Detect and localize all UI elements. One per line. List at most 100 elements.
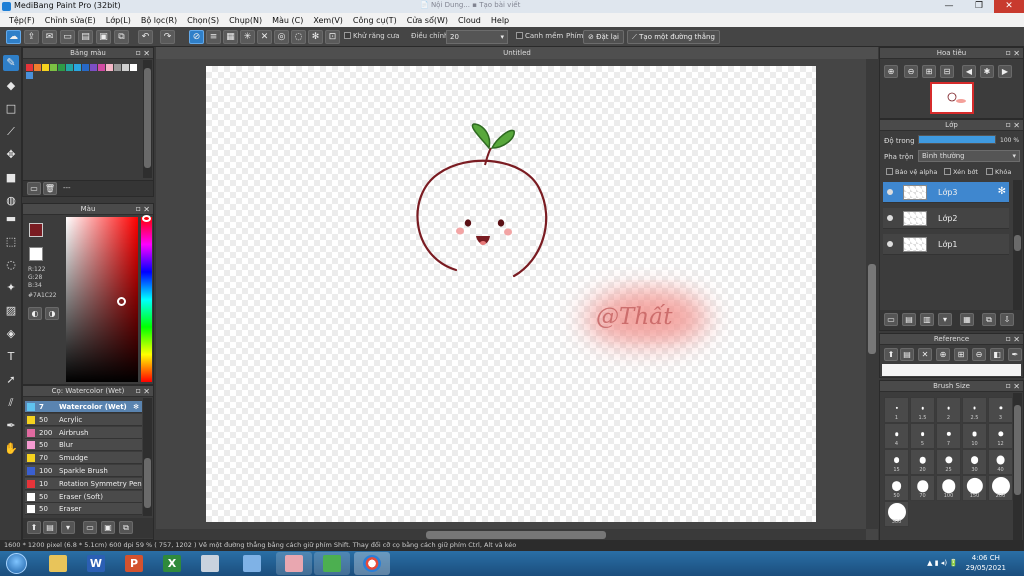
zoom-out-icon[interactable]: ⊖ [904,65,918,78]
palette-scroll-thumb[interactable] [144,68,151,168]
primary-color-swatch[interactable] [29,223,43,237]
menu-file[interactable]: Tệp(F) [4,16,40,25]
layer-scroll-thumb[interactable] [1014,235,1021,251]
brush-size-cell[interactable]: 10 [962,423,987,449]
color-swatch[interactable] [130,64,137,71]
bucket-tool-icon[interactable]: ◍ [3,193,19,209]
correction-select[interactable]: 20 ▾ [446,30,508,44]
clock[interactable]: 4:06 CH 29/05/2021 [966,553,1006,573]
canvas-hscroll-thumb[interactable] [426,531,606,539]
snap-off-icon[interactable]: ⊘ [189,30,204,44]
brush-size-cell[interactable]: 300 [884,501,909,527]
minimize-icon[interactable]: ▫ [136,385,141,396]
fit-icon[interactable]: ⊞ [922,65,936,78]
new-layer-icon[interactable]: ▭ [884,313,898,326]
color-wheel-icon[interactable]: ◑ [45,307,59,320]
divide-tool-icon[interactable]: ⫽ [3,395,19,411]
layer-options-icon[interactable]: ▾ [938,313,952,326]
minimize-button[interactable]: — [934,0,964,13]
brush-settings-icon[interactable]: ▣ [101,521,115,534]
cloud-icon[interactable]: ☁ [6,30,21,44]
gear-icon[interactable]: ✻ [133,401,139,413]
menu-snap[interactable]: Chụp(N) [224,16,267,25]
soft-snap-checkbox[interactable] [516,32,523,39]
canvas-vscroll-thumb[interactable] [868,264,876,354]
comment-icon[interactable]: ✉ [42,30,57,44]
reference-fit-icon[interactable]: ⊞ [954,348,968,361]
close-icon[interactable]: ✕ [143,48,150,59]
rect-shape-tool-icon[interactable]: □ [3,101,19,117]
taskbar-explorer[interactable] [40,552,76,575]
brush-item[interactable]: 50 Acrylic [25,413,142,426]
close-icon[interactable]: ✕ [143,204,150,215]
dot-tool-icon[interactable]: ⟋ [3,124,19,140]
brush-item[interactable]: 50 Eraser [25,503,142,516]
operation-tool-icon[interactable]: ➚ [3,372,19,388]
reference-close-icon[interactable]: ✕ [918,348,932,361]
blend-mode-select[interactable]: Bình thường ▾ [918,150,1020,162]
hue-handle[interactable] [142,215,151,222]
system-tray[interactable]: ▲ ▮ ◂) 🔋 [927,559,958,567]
magic-wand-tool-icon[interactable]: ✦ [3,280,19,296]
brush-size-cell[interactable]: 25 [936,449,961,475]
gradient-tool-icon[interactable]: ▬ [3,211,19,227]
close-icon[interactable]: ✕ [1013,334,1020,345]
lock-checkbox[interactable] [986,168,993,175]
select-eraser-tool-icon[interactable]: ◈ [3,326,19,342]
gear-icon[interactable]: ✻ [998,186,1006,197]
brush-size-scroll-thumb[interactable] [1014,405,1021,495]
menu-color[interactable]: Màu (C) [267,16,308,25]
hand-tool-icon[interactable]: ✋ [3,441,19,457]
brush-size-cell[interactable]: 200 [988,475,1013,501]
brush-size-cell[interactable]: 2 [936,397,961,423]
saturation-value-field[interactable] [66,217,138,382]
symmetry-icon[interactable]: ⊡ [325,30,340,44]
palette-scrollbar[interactable] [143,60,152,178]
zoom-in-icon[interactable]: ⊕ [884,65,898,78]
reset-button[interactable]: ⊘ Đặt lại [583,30,624,44]
antialias-option[interactable]: Khử răng cưa [344,32,400,40]
menu-layer[interactable]: Lớp(L) [101,16,136,25]
layer-row[interactable]: Lớp3 ✻ [883,182,1009,203]
reference-zoom-out-icon[interactable]: ⊖ [972,348,986,361]
undo-icon[interactable]: ↶ [138,30,153,44]
brush-item[interactable]: 100 Sparkle Brush [25,465,142,477]
upload-icon[interactable]: ⇪ [24,30,39,44]
brush-size-cell[interactable]: 7 [936,423,961,449]
drawing-canvas[interactable]: @Thất [206,66,816,522]
menu-help[interactable]: Help [486,16,514,25]
eyedropper-tool-icon[interactable]: ✒ [3,418,19,434]
eraser-tool-icon[interactable]: ◆ [3,78,19,94]
brush-item[interactable]: 50 Eraser (Soft) [25,490,142,503]
move-tool-icon[interactable]: ✥ [3,147,19,163]
color-swatch[interactable] [26,72,33,79]
export-icon[interactable]: ⧉ [114,30,129,44]
color-swatch[interactable] [106,64,113,71]
curve-snap-icon[interactable]: ◌ [291,30,306,44]
grid-snap-icon[interactable]: ▦ [223,30,238,44]
eye-icon[interactable] [887,189,893,195]
create-line-button[interactable]: ⟋ Tạo một đường thẳng [627,30,720,44]
lasso-tool-icon[interactable]: ◌ [3,257,19,273]
menu-select[interactable]: Chọn(S) [182,16,224,25]
soft-snap-option[interactable]: Canh mềm [516,32,563,40]
color-swatch[interactable] [58,64,65,71]
navigator-preview[interactable] [930,82,974,114]
brush-tool-icon[interactable]: ✎ [3,55,19,71]
text-tool-icon[interactable]: T [3,349,19,365]
menu-cloud[interactable]: Cloud [453,16,486,25]
clipping-checkbox[interactable] [944,168,951,175]
minimize-icon[interactable]: ▫ [1006,380,1011,391]
minimize-icon[interactable]: ▫ [1006,119,1011,130]
brush-size-cell[interactable]: 1 [884,397,909,423]
redo-icon[interactable]: ↷ [160,30,175,44]
delete-brush-icon[interactable]: ⧉ [119,521,133,534]
layer-folder-icon[interactable]: ▦ [960,313,974,326]
color-swatch[interactable] [82,64,89,71]
clipping-option[interactable]: Xén bớt [944,168,978,176]
reference-view-area[interactable] [882,364,1021,376]
brush-size-cell[interactable]: 5 [910,423,935,449]
close-icon[interactable]: ✕ [1013,48,1020,59]
color-swatch[interactable] [74,64,81,71]
taskbar-calculator[interactable] [192,552,228,575]
